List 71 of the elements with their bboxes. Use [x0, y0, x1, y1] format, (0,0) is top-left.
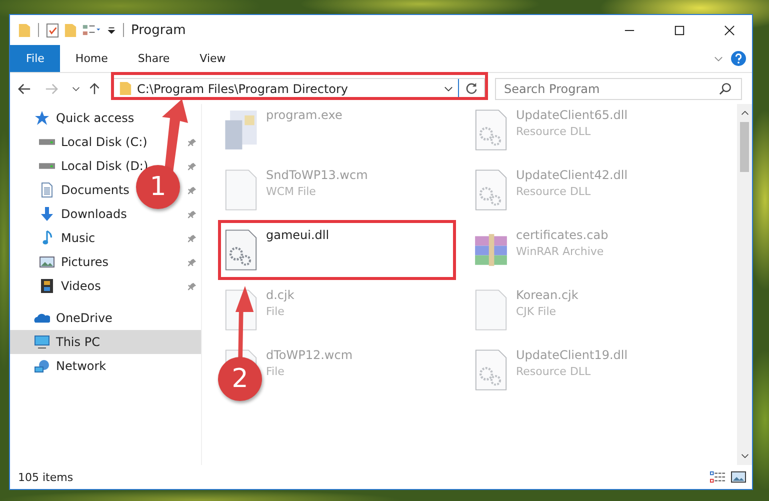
pin-icon[interactable] — [188, 258, 197, 266]
drive-icon — [39, 163, 55, 169]
customize-menu-icon[interactable] — [107, 26, 116, 34]
pin-icon[interactable] — [188, 162, 197, 170]
monitor-icon — [34, 334, 50, 350]
network-icon — [34, 358, 50, 374]
help-icon[interactable] — [731, 51, 746, 66]
refresh-icon[interactable] — [465, 82, 478, 95]
sidebar-item[interactable]: Downloads — [61, 207, 127, 221]
gears-file-icon — [474, 168, 508, 212]
folder-icon — [119, 81, 132, 96]
details-view-icon[interactable] — [710, 471, 725, 483]
sidebar-item[interactable]: Quick access — [10, 106, 201, 130]
scroll-down-icon[interactable] — [740, 453, 748, 459]
close-icon[interactable] — [724, 24, 735, 36]
sidebar-item[interactable]: Local Disk (C:) — [61, 135, 148, 149]
pin-icon[interactable] — [188, 282, 197, 290]
download-arrow-icon — [39, 206, 55, 222]
document-icon — [39, 182, 55, 198]
ribbon-tab[interactable]: Home — [60, 45, 123, 72]
gears-file-icon — [474, 348, 508, 392]
window-title: Program — [131, 22, 186, 38]
pin-icon[interactable] — [188, 234, 197, 242]
properties-icon[interactable] — [46, 22, 59, 38]
back-arrow-icon[interactable] — [18, 82, 31, 94]
ribbon-tab[interactable]: Share — [122, 45, 185, 72]
film-icon — [39, 278, 55, 294]
up-arrow-icon[interactable] — [88, 82, 101, 94]
file-icon — [474, 288, 508, 332]
large-icons-view-icon[interactable] — [731, 471, 746, 483]
step-badge: 2 — [218, 357, 262, 401]
drive-icon — [39, 139, 55, 145]
dropdown-icon[interactable] — [444, 86, 453, 92]
file-type: WinRAR Archive — [516, 245, 605, 258]
ribbon-tab[interactable]: View — [184, 45, 241, 72]
view-options-icon[interactable] — [82, 22, 102, 38]
gears-file-icon — [224, 228, 258, 272]
maximize-icon[interactable] — [674, 24, 685, 36]
ribbon-tab[interactable]: File — [10, 45, 60, 72]
file-type: Resource DLL — [516, 185, 592, 198]
file-type: Resource DLL — [516, 365, 592, 378]
search-icon[interactable] — [719, 82, 732, 94]
sidebar-item[interactable]: Network — [10, 354, 201, 378]
address-bar[interactable]: C:\Program Files\Program Directory — [113, 78, 485, 100]
address-path: C:\Program Files\Program Directory — [137, 82, 350, 96]
pin-icon[interactable] — [188, 186, 197, 194]
file-type: Resource DLL — [516, 125, 592, 138]
scroll-up-icon[interactable] — [740, 110, 748, 116]
sidebar-item[interactable]: OneDrive — [10, 306, 201, 330]
file-type: File — [266, 305, 286, 318]
file-icon — [224, 168, 258, 212]
sidebar-item[interactable]: Documents — [61, 183, 130, 197]
sidebar-item[interactable]: This PC — [10, 330, 201, 354]
sidebar-item[interactable]: Videos — [61, 279, 101, 293]
file-type: WCM File — [266, 185, 317, 198]
program-icon — [224, 108, 258, 152]
scrollbar-thumb[interactable] — [740, 122, 749, 172]
file-type: CJK File — [516, 305, 558, 318]
recent-locations-icon[interactable] — [72, 86, 80, 92]
file-type: File — [266, 365, 286, 378]
item-count: 105 items — [18, 470, 74, 484]
sidebar-item[interactable]: Music — [61, 231, 96, 245]
file-name[interactable]: gameui.dll — [266, 228, 330, 242]
search-field[interactable]: Search Program — [495, 78, 742, 100]
gears-file-icon — [474, 108, 508, 152]
star-icon — [34, 110, 50, 126]
pin-icon[interactable] — [188, 210, 197, 218]
picture-icon — [39, 254, 55, 270]
sidebar-item[interactable]: Pictures — [61, 255, 109, 269]
pin-icon[interactable] — [188, 138, 197, 146]
chevron-icon[interactable] — [714, 56, 723, 62]
